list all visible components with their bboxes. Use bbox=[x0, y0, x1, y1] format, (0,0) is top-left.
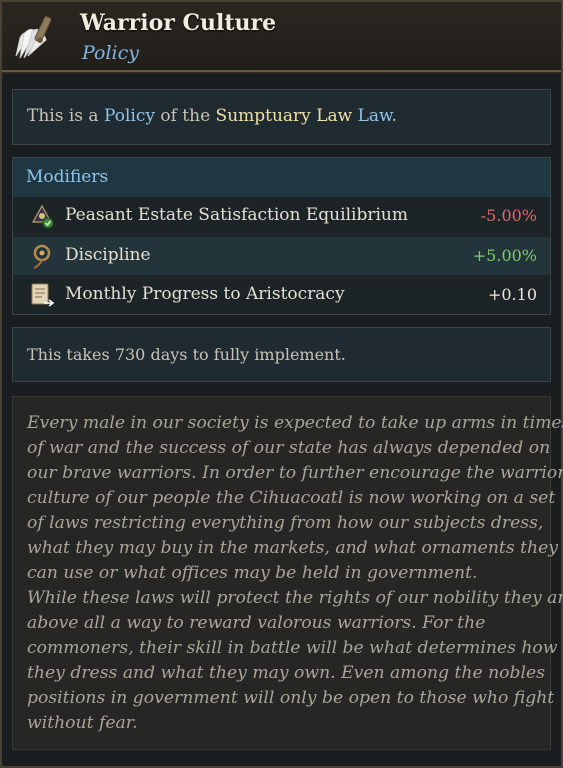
flavor-text: Every male in our society is expected to… bbox=[27, 411, 563, 736]
modifier-value: +5.00% bbox=[472, 246, 537, 265]
description-middle: of the bbox=[154, 106, 216, 126]
flavor-line: positions in government will only be ope… bbox=[27, 688, 555, 708]
modifier-value: +0.10 bbox=[487, 285, 537, 304]
implementation-panel: This takes 730 days to fully implement. bbox=[12, 327, 551, 382]
law-link[interactable]: Law bbox=[352, 106, 392, 126]
tooltip-header: Warrior Culture Policy bbox=[2, 2, 561, 72]
modifier-label: Peasant Estate Satisfaction Equilibrium bbox=[65, 205, 408, 225]
modifiers-panel: Modifiers Peasant Estate Satisfaction Eq… bbox=[12, 157, 551, 315]
flavor-line: While these laws will protect the rights… bbox=[27, 588, 563, 608]
flavor-text-panel: Every male in our society is expected to… bbox=[12, 396, 563, 750]
modifiers-header: Modifiers bbox=[13, 158, 550, 197]
discipline-icon bbox=[33, 244, 51, 269]
flavor-line: of war and the success of our state has … bbox=[27, 438, 551, 458]
policy-description-panel: This is a Policy of the Sumptuary Law La… bbox=[12, 89, 551, 145]
policy-link[interactable]: Policy bbox=[104, 106, 155, 126]
modifier-label: Monthly Progress to Aristocracy bbox=[65, 284, 345, 304]
policy-title: Warrior Culture bbox=[80, 10, 277, 36]
implementation-text: This takes 730 days to fully implement. bbox=[27, 345, 346, 364]
flavor-line: they dress and what they may own. Even a… bbox=[27, 663, 545, 683]
estate-satisfaction-icon bbox=[31, 204, 54, 229]
flavor-line: what they may buy in the markets, and wh… bbox=[27, 538, 558, 558]
modifier-value: -5.00% bbox=[480, 206, 537, 225]
flavor-line: above all a way to reward valorous warri… bbox=[27, 613, 486, 633]
policy-description: This is a Policy of the Sumptuary Law La… bbox=[27, 106, 397, 126]
flavor-line: can use or what offices may be held in g… bbox=[27, 563, 478, 583]
description-suffix: . bbox=[391, 106, 397, 126]
law-name-link[interactable]: Sumptuary Law bbox=[216, 106, 353, 126]
modifier-label: Discipline bbox=[65, 245, 151, 265]
modifier-row[interactable]: Monthly Progress to Aristocracy +0.10 bbox=[13, 276, 550, 314]
modifier-row[interactable]: Peasant Estate Satisfaction Equilibrium … bbox=[13, 197, 550, 235]
flavor-line: of laws restricting everything from how … bbox=[27, 513, 544, 533]
flavor-line: culture of our people the Cihuacoatl is … bbox=[27, 488, 556, 508]
description-prefix: This is a bbox=[27, 106, 104, 126]
modifiers-heading: Modifiers bbox=[26, 167, 109, 187]
modifier-row[interactable]: Discipline +5.00% bbox=[13, 237, 550, 275]
feather-fan-icon bbox=[15, 16, 52, 59]
flavor-line: commoners, their skill in battle will be… bbox=[27, 638, 558, 658]
policy-type-link[interactable]: Policy bbox=[82, 42, 139, 64]
aristocracy-progress-icon bbox=[31, 283, 55, 307]
flavor-line: without fear. bbox=[27, 713, 138, 733]
flavor-line: our brave warriors. In order to further … bbox=[27, 463, 563, 483]
flavor-line: Every male in our society is expected to… bbox=[27, 413, 563, 433]
policy-tooltip: Warrior Culture Policy This is a Policy … bbox=[0, 0, 563, 768]
